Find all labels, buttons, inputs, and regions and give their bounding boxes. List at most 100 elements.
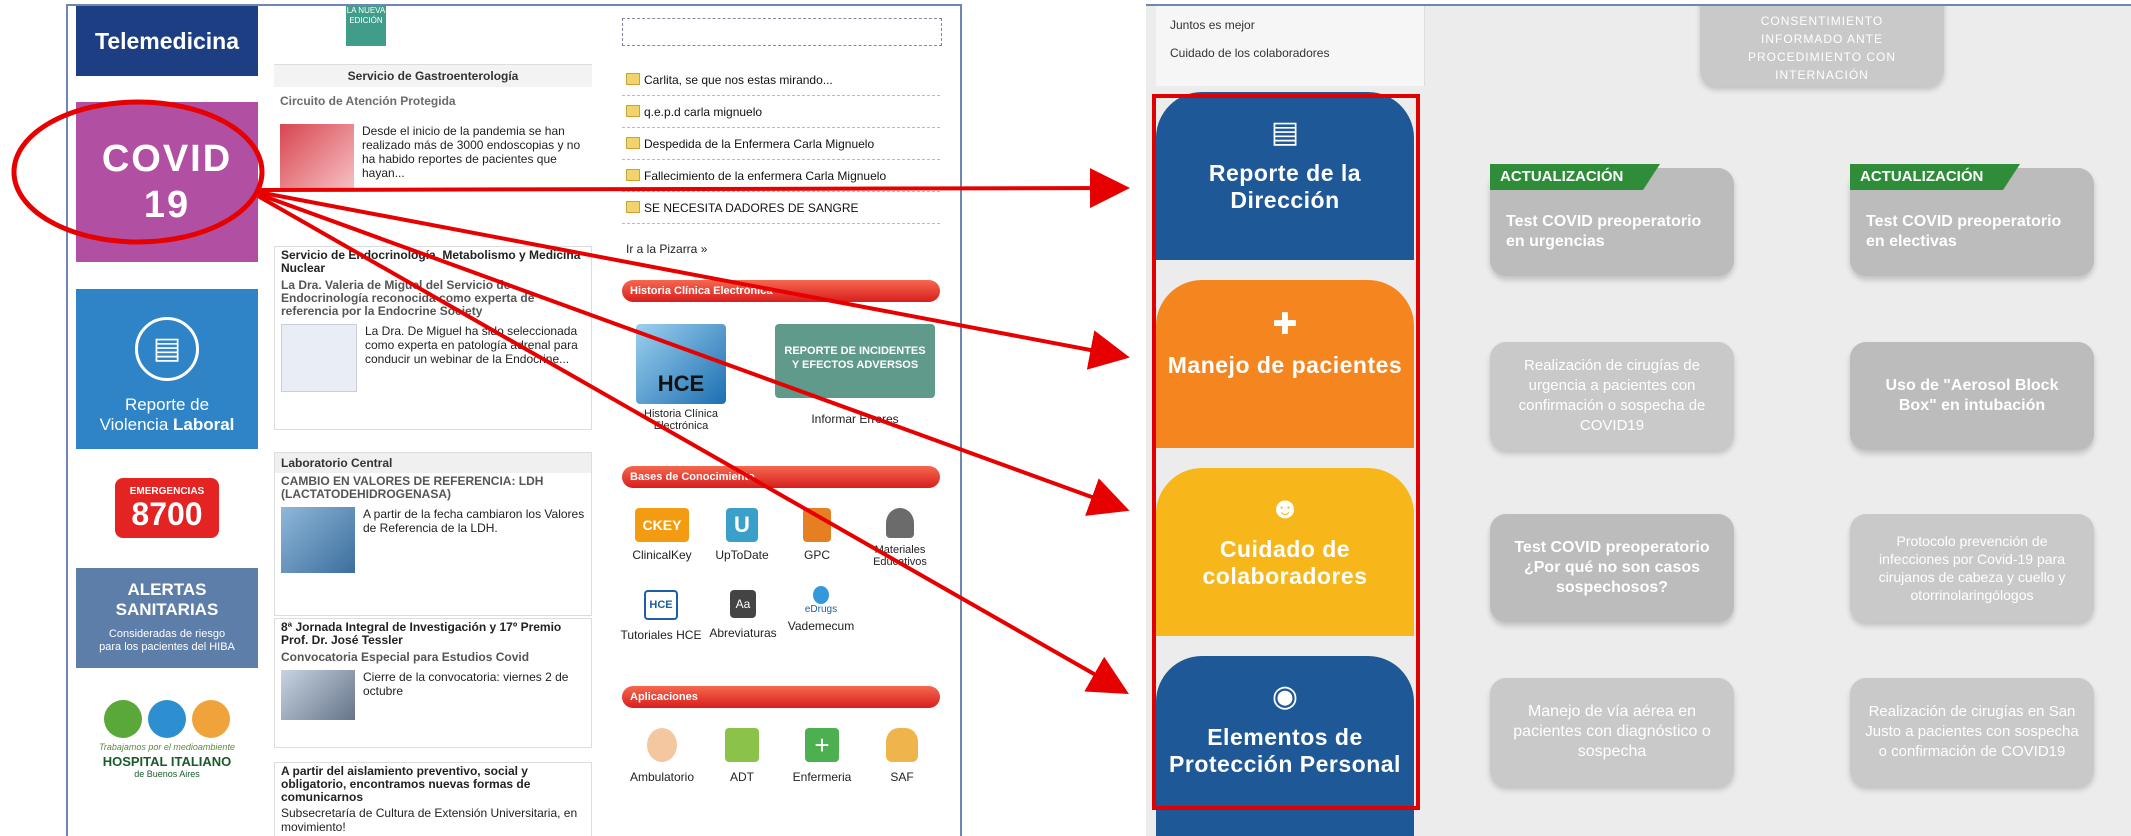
news-text: A partir de la fecha cambiaron los Valor… (363, 507, 585, 535)
clinicalkey-icon: CKEY (635, 508, 689, 542)
alertas-title-1: ALERTAS (127, 580, 207, 599)
report-incidents-tile[interactable]: REPORTE DE INCIDENTES Y EFECTOS ADVERSOS … (770, 324, 940, 426)
btn-cirugias-urgencia[interactable]: Realización de cirugías de urgencia a pa… (1490, 342, 1734, 450)
aa-text: Aa (735, 597, 751, 611)
news-item-gastro[interactable]: Circuito de Atención Protegida Desde el … (274, 90, 592, 236)
hiba-slogan: Trabajamos por el medioambiente (99, 742, 235, 752)
consentimiento-button[interactable]: CONSENTIMIENTO INFORMADO ANTE PROCEDIMIE… (1700, 6, 1944, 86)
magazine-caption: LA NUEVA EDICIÓN (346, 6, 386, 25)
news-subtitle: Convocatoria Especial para Estudios Covi… (281, 650, 530, 664)
vademecum-tile[interactable]: eDrugs Vademecum (786, 586, 856, 633)
app-ambulatorio[interactable]: Ambulatorio (624, 728, 700, 784)
tutoriales-tile[interactable]: HCE Tutoriales HCE (620, 590, 702, 642)
news-item-endocrinologia[interactable]: Servicio de Endocrinología, Metabolismo … (274, 246, 592, 430)
btn-protocolo-prevencion[interactable]: Protocolo prevención de infecciones por … (1850, 514, 2094, 622)
btn-label: Test COVID preoperatorio en urgencias (1506, 213, 1702, 250)
right-nav-menu: Juntos es mejor Cuidado de los colaborad… (1156, 6, 1425, 86)
covid19-banner[interactable]: COVID 19 (76, 102, 258, 262)
magazine-thumbnail[interactable]: LA NUEVA EDICIÓN (346, 6, 386, 46)
news-text: Cierre de la convocatoria: viernes 2 de … (363, 670, 569, 698)
alertas-title-2: SANITARIAS (115, 600, 219, 619)
pizarra-item[interactable]: Carlita, se que nos estas mirando... (622, 64, 940, 96)
actualizacion-badge: ACTUALIZACIÓN (1490, 164, 1660, 190)
materiales-label: Materiales Educativos (873, 544, 927, 568)
folder-icon (626, 73, 640, 85)
left-screenshot: Telemedicina COVID 19 ▤ Reporte de Viole… (66, 4, 962, 836)
news-text: Subsecretaría de Cultura de Extensión Un… (281, 806, 578, 834)
bases-section-header: Bases de Conocimiento (622, 466, 940, 488)
news-header-1-text: Servicio de Gastroenterología (347, 69, 519, 83)
btn-label: Realización de cirugías en San Justo a p… (1865, 703, 2079, 760)
hiba-environment-banner[interactable]: Trabajamos por el medioambiente HOSPITAL… (76, 696, 258, 796)
news-thumbnail (281, 324, 357, 392)
document-icon: ▤ (135, 317, 199, 381)
news-item-jornada[interactable]: 8ª Jornada Integral de Investigación y 1… (274, 618, 592, 748)
nav-item-cuidado[interactable]: Cuidado de los colaboradores (1170, 46, 1329, 60)
news-thumbnail (281, 507, 355, 573)
news-title: A partir del aislamiento preventivo, soc… (281, 764, 531, 804)
vademecum-label: Vademecum (787, 619, 855, 633)
actualizacion-badge: ACTUALIZACIÓN (1850, 164, 2020, 190)
clinicalkey-label: ClinicalKey (632, 548, 692, 562)
hce-small-icon: HCE (644, 590, 678, 620)
btn-label: Realización de cirugías de urgencia a pa… (1518, 357, 1706, 434)
news-item-cultura[interactable]: A partir del aislamiento preventivo, soc… (274, 762, 592, 836)
uptodate-tile[interactable]: U UpToDate (702, 508, 782, 562)
pizarra-item[interactable]: Fallecimiento de la enfermera Carla Mign… (622, 160, 940, 192)
pizarra-item[interactable]: q.e.p.d carla mignuelo (622, 96, 940, 128)
violencia-line1: Reporte de (124, 395, 210, 414)
news-title: Servicio de Endocrinología, Metabolismo … (281, 248, 581, 275)
clinicalkey-tile[interactable]: CKEY ClinicalKey (622, 508, 702, 562)
btn-cirugias-san-justo[interactable]: Realización de cirugías en San Justo a p… (1850, 678, 2094, 786)
teacher-icon (886, 508, 914, 538)
news-item-laboratorio[interactable]: Laboratorio Central CAMBIO EN VALORES DE… (274, 452, 592, 616)
pill-icon (813, 586, 829, 604)
app-adt[interactable]: ADT (704, 728, 780, 784)
ir-a-pizarra-link[interactable]: Ir a la Pizarra » (626, 242, 707, 256)
pizarra-item[interactable]: SE NECESITA DADORES DE SANGRE (622, 192, 940, 224)
gpc-tile[interactable]: GPC (782, 508, 852, 562)
news-title: 8ª Jornada Integral de Investigación y 1… (281, 620, 562, 647)
abbreviations-icon: Aa (730, 590, 756, 618)
report-line2: Y EFECTOS ADVERSOS (791, 359, 919, 371)
news-header-1: Servicio de Gastroenterología (274, 64, 592, 87)
edrugs-text: eDrugs (804, 604, 838, 615)
folder-icon (626, 137, 640, 149)
btn-label: Uso de "Aerosol Block Box" en intubación (1885, 377, 2059, 414)
gpc-label: GPC (803, 548, 830, 562)
pizarra-box (622, 18, 942, 46)
uptodate-icon-text: U (734, 512, 750, 537)
leaf-icon (104, 700, 142, 738)
uptodate-label: UpToDate (715, 548, 769, 562)
app-saf[interactable]: SAF (864, 728, 940, 784)
alertas-sanitarias-banner[interactable]: ALERTAS SANITARIAS Consideradas de riesgo… (76, 568, 258, 668)
app-enfermeria[interactable]: + Enfermeria (784, 728, 860, 784)
uptodate-icon: U (726, 508, 758, 542)
hce-tile[interactable]: HCE Historia Clínica Electrónica (626, 324, 736, 432)
gpc-icon (803, 508, 831, 542)
app-label: Ambulatorio (629, 770, 695, 784)
nav-item-juntos[interactable]: Juntos es mejor (1170, 18, 1255, 32)
btn-test-sospechosos[interactable]: Test COVID preoperatorio ¿Por qué no son… (1490, 514, 1734, 622)
alertas-sub-2: para los pacientes del HIBA (99, 641, 235, 653)
telemedicina-label: Telemedicina (94, 27, 240, 54)
materiales-tile[interactable]: Materiales Educativos (860, 508, 940, 568)
emergencias-badge: EMERGENCIAS 8700 (115, 478, 219, 538)
left-sidebar: Telemedicina COVID 19 ▤ Reporte de Viole… (68, 6, 268, 836)
news-subtitle: La Dra. Valeria de Miguel del Servicio d… (281, 278, 535, 318)
hce-section-header: Historia Clínica Electrónica (622, 280, 940, 302)
btn-aerosol-block-box[interactable]: Uso de "Aerosol Block Box" en intubación (1850, 342, 2094, 450)
adt-icon (725, 728, 759, 762)
alertas-sub-1: Consideradas de riesgo (108, 628, 226, 640)
emergencias-banner[interactable]: EMERGENCIAS 8700 (76, 472, 258, 544)
telemedicina-banner[interactable]: Telemedicina (76, 6, 258, 76)
news-header: Laboratorio Central (275, 453, 591, 473)
pizarra-item[interactable]: Despedida de la Enfermera Carla Mignuelo (622, 128, 940, 160)
report-line1: REPORTE DE INCIDENTES (784, 345, 926, 357)
btn-manejo-via-aerea[interactable]: Manejo de vía aérea en pacientes con dia… (1490, 678, 1734, 786)
covid-number: 19 (143, 184, 191, 226)
pizarra-item-label: SE NECESITA DADORES DE SANGRE (644, 200, 859, 215)
abreviaturas-tile[interactable]: Aa Abreviaturas (702, 590, 784, 640)
violencia-laboral-banner[interactable]: ▤ Reporte de Violencia Laboral (76, 289, 258, 449)
warning-icon: REPORTE DE INCIDENTES Y EFECTOS ADVERSOS (775, 324, 935, 398)
